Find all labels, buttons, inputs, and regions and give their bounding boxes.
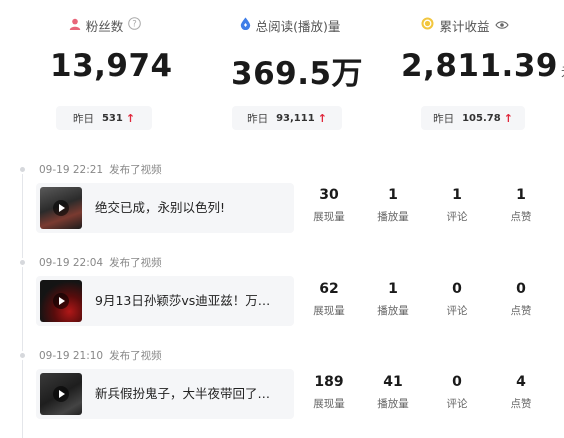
metric-value: 189 [314, 374, 344, 390]
metric-likes: 4 点赞 [491, 373, 551, 411]
post-time: 09-19 22:21 发布了视频 [39, 162, 162, 177]
metric-value: 30 [319, 187, 339, 203]
metric-likes: 1 点赞 [491, 186, 551, 224]
metric-value: 0 [452, 281, 462, 297]
yesterday-label: 昨日 [72, 112, 94, 125]
timeline-dot [18, 258, 27, 267]
metric-impressions: 62 展现量 [299, 280, 359, 318]
reads-yesterday-pill: 昨日 93,111 ↑ [232, 106, 342, 130]
metric-comments: 0 评论 [427, 373, 487, 411]
metric-label: 展现量 [313, 305, 345, 317]
play-icon [53, 293, 69, 309]
earnings-value: 2,811.39元 [401, 48, 564, 84]
fans-yesterday-pill: 昨日 531 ↑ [56, 106, 152, 130]
metric-comments: 1 评论 [427, 186, 487, 224]
post-action: 发布了视频 [109, 350, 162, 362]
earnings-stat-header: 累计收益 [400, 16, 530, 34]
metric-value: 1 [388, 187, 398, 203]
post-title[interactable]: 绝交已成，永别以色列! [95, 183, 285, 233]
post-title[interactable]: 新兵假扮鬼子，大半夜带回了… [95, 369, 285, 419]
metric-label: 点赞 [510, 398, 532, 410]
reads-value: 369.5万 [231, 56, 364, 92]
fans-value: 13,974 [50, 48, 173, 84]
earnings-label: 累计收益 [439, 18, 490, 34]
question-icon[interactable]: ? [128, 17, 142, 33]
metric-comments: 0 评论 [427, 280, 487, 318]
timeline-dot [18, 351, 27, 360]
metric-value: 1 [516, 187, 526, 203]
post-timestamp: 09-19 22:04 [39, 257, 104, 269]
fans-stat-header: 粉丝数 ? [40, 16, 170, 34]
metric-value: 4 [516, 374, 526, 390]
user-icon [69, 18, 81, 33]
earnings-yesterday-pill: 昨日 105.78 ↑ [421, 106, 525, 130]
eye-icon[interactable] [494, 18, 509, 33]
post-time: 09-19 21:10 发布了视频 [39, 348, 162, 363]
metric-value: 1 [452, 187, 462, 203]
play-icon [53, 386, 69, 402]
post-card[interactable]: 新兵假扮鬼子，大半夜带回了… [36, 369, 294, 419]
fans-yesterday-value: 531 [101, 112, 123, 124]
metric-label: 评论 [446, 211, 468, 223]
coin-icon [421, 17, 434, 33]
reads-stat-header: 总阅读(播放)量 [220, 16, 360, 34]
metric-impressions: 30 展现量 [299, 186, 359, 224]
video-thumbnail[interactable] [40, 187, 82, 229]
arrow-up-icon: ↑ [125, 111, 136, 125]
arrow-up-icon: ↑ [317, 111, 327, 125]
play-icon [53, 200, 69, 216]
metric-impressions: 189 展现量 [299, 373, 359, 411]
post-card[interactable]: 绝交已成，永别以色列! [36, 183, 294, 233]
post-card[interactable]: 9月13日孙颖莎vs迪亚兹！万… [36, 276, 294, 326]
post-action: 发布了视频 [109, 257, 162, 269]
metric-label: 评论 [446, 398, 468, 410]
metric-label: 播放量 [377, 398, 409, 410]
metric-plays: 1 播放量 [363, 186, 423, 224]
metric-label: 播放量 [377, 211, 409, 223]
reads-yesterday-value: 93,111 [276, 112, 315, 124]
video-thumbnail[interactable] [40, 373, 82, 415]
metric-label: 播放量 [377, 305, 409, 317]
post-time: 09-19 22:04 发布了视频 [39, 255, 162, 270]
metric-value: 0 [516, 281, 526, 297]
metric-plays: 41 播放量 [363, 373, 423, 411]
metric-label: 评论 [446, 305, 468, 317]
reads-label: 总阅读(播放)量 [255, 18, 341, 34]
timeline-line [22, 168, 23, 438]
metric-plays: 1 播放量 [363, 280, 423, 318]
metric-label: 展现量 [313, 398, 345, 410]
post-title[interactable]: 9月13日孙颖莎vs迪亚兹！万… [95, 276, 285, 326]
post-timestamp: 09-19 21:10 [39, 350, 104, 362]
svg-text:?: ? [132, 20, 137, 30]
earnings-amount: 2,811.39 [401, 48, 558, 84]
post-action: 发布了视频 [109, 164, 162, 176]
metric-value: 41 [383, 374, 403, 390]
earnings-yesterday-value: 105.78 [462, 112, 501, 124]
metric-likes: 0 点赞 [491, 280, 551, 318]
drop-icon [240, 17, 251, 33]
post-timestamp: 09-19 22:21 [39, 164, 104, 176]
arrow-up-icon: ↑ [503, 111, 513, 125]
metric-label: 点赞 [510, 305, 532, 317]
yesterday-label: 昨日 [433, 112, 455, 125]
yesterday-label: 昨日 [247, 112, 269, 125]
metric-value: 1 [388, 281, 398, 297]
timeline-dot [18, 165, 27, 174]
video-thumbnail[interactable] [40, 280, 82, 322]
metric-value: 0 [452, 374, 462, 390]
metric-value: 62 [319, 281, 339, 297]
fans-label: 粉丝数 [85, 18, 124, 34]
metric-label: 点赞 [510, 211, 532, 223]
metric-label: 展现量 [313, 211, 345, 223]
